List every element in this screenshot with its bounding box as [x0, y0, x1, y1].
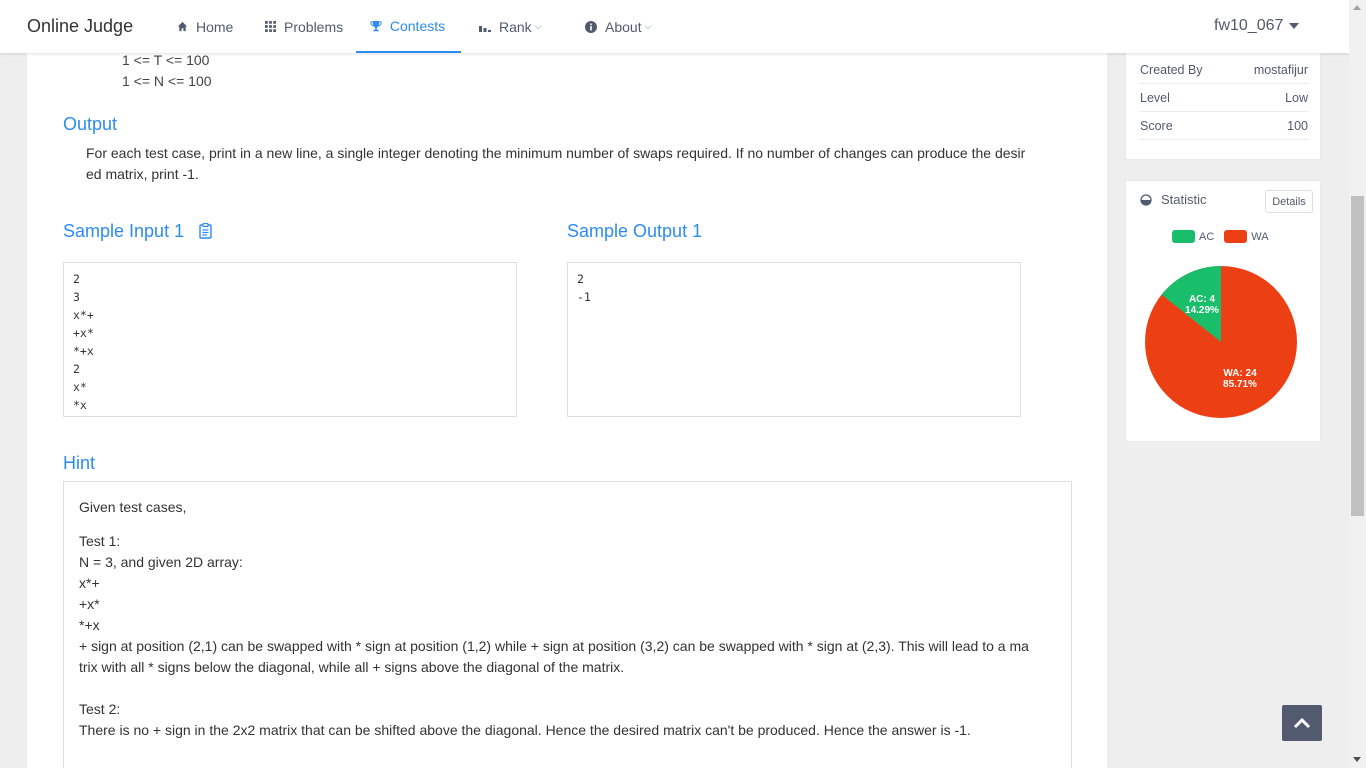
- trophy-icon: [370, 20, 382, 31]
- user-menu[interactable]: fw10_067: [1214, 17, 1300, 35]
- hint-line: N = 3, and given 2D array:: [79, 554, 243, 570]
- details-button[interactable]: Details: [1265, 190, 1313, 213]
- hint-line: + sign at position (2,1) can be swapped …: [79, 638, 1029, 654]
- grid-icon: [265, 21, 276, 32]
- nav-rank-label: Rank: [499, 18, 532, 35]
- output-text-line-2: ed matrix, print -1.: [86, 166, 199, 182]
- legend-swatch-ac[interactable]: [1172, 230, 1195, 243]
- sample-input-line: x*: [73, 380, 87, 394]
- nav-about[interactable]: About ⌵: [585, 0, 651, 53]
- chevron-down-icon: ⌵: [534, 21, 542, 31]
- info-row-level: Level Low: [1140, 84, 1308, 112]
- nav-rank[interactable]: Rank ⌵: [479, 0, 542, 53]
- submission-pie-chart: AC: 4 14.29% WA: 24 85.71%: [1145, 266, 1297, 418]
- info-value: Low: [1285, 90, 1308, 105]
- caret-down-icon: [1289, 23, 1300, 29]
- legend-swatch-wa[interactable]: [1224, 230, 1248, 243]
- statistic-card: Statistic Details AC WA AC: 4 14.29% WA:…: [1125, 180, 1321, 442]
- pie-pct-ac: 14.29%: [1185, 305, 1219, 316]
- sample-input-line: 2: [73, 362, 80, 376]
- sample-input-line: *+x: [73, 344, 94, 358]
- sample-input-box: 2 3 x*+ +x* *+x 2 x* *x: [63, 262, 517, 417]
- output-text-line-1: For each test case, print in a new line,…: [86, 145, 1026, 161]
- hint-spacer: [79, 678, 1056, 699]
- scroll-up-arrow-icon[interactable]: [1353, 5, 1361, 10]
- statistic-header: Statistic: [1140, 192, 1207, 207]
- chart-legend: AC WA: [1172, 230, 1269, 243]
- statistic-title: Statistic: [1161, 192, 1207, 207]
- pie-chart-icon: [1140, 193, 1152, 206]
- output-description: For each test case, print in a new line,…: [86, 143, 1056, 185]
- output-title: Output: [63, 114, 118, 134]
- sample-output-line: 2: [577, 272, 584, 286]
- legend-label-ac: AC: [1199, 230, 1215, 243]
- brand-logo[interactable]: Online Judge: [27, 16, 133, 37]
- username: fw10_067: [1214, 17, 1284, 34]
- nav-home-label: Home: [196, 18, 234, 35]
- hint-line: Test 2:: [79, 701, 121, 717]
- sample-input-line: 2: [73, 272, 80, 286]
- hint-title: Hint: [63, 453, 96, 473]
- hint-line: Test 1:: [79, 533, 121, 549]
- legend-label-wa: WA: [1251, 230, 1269, 243]
- chevron-up-icon: [1293, 717, 1311, 729]
- bar-chart-icon: [479, 25, 491, 32]
- info-value: mostafijur: [1253, 62, 1308, 77]
- info-icon: [585, 20, 597, 33]
- info-value: 100: [1287, 118, 1308, 133]
- home-icon: [177, 21, 188, 32]
- hint-line: Given test cases,: [79, 499, 187, 515]
- hint-line: +x*: [79, 596, 100, 612]
- sample-input-line: +x*: [73, 326, 94, 340]
- nav-contests[interactable]: Contests: [356, 0, 461, 53]
- sample-output-line: -1: [577, 290, 591, 304]
- constraint-t: 1 <= T <= 100: [122, 52, 210, 68]
- top-navbar: Online Judge Home Problems Contests Rank…: [0, 0, 1349, 53]
- hint-line: *+x: [79, 617, 100, 633]
- info-row-score: Score 100: [1140, 112, 1308, 140]
- nav-contests-label: Contests: [389, 17, 446, 34]
- constraint-n: 1 <= N <= 100: [122, 73, 212, 89]
- info-label: Score: [1140, 118, 1173, 133]
- chevron-down-icon: ⌵: [644, 21, 652, 31]
- hint-box: Given test cases, Test 1: N = 3, and giv…: [63, 481, 1072, 768]
- hint-line: There is no + sign in the 2x2 matrix tha…: [79, 722, 971, 738]
- sample-output-title: Sample Output 1: [567, 221, 703, 241]
- info-row-created-by: Created By mostafijur: [1140, 56, 1308, 84]
- hint-line: x*+: [79, 575, 100, 591]
- sample-input-title: Sample Input 1: [63, 221, 185, 241]
- sample-output-box: 2 -1: [567, 262, 1021, 417]
- sample-input-heading: Sample Input 1: [63, 221, 212, 244]
- nav-problems[interactable]: Problems: [265, 0, 343, 53]
- nav-about-label: About: [605, 18, 642, 35]
- scroll-down-arrow-icon[interactable]: [1353, 757, 1361, 762]
- sample-input-line: 3: [73, 290, 80, 304]
- back-to-top-button[interactable]: [1282, 705, 1322, 741]
- pie-label-wa: WA: 24: [1223, 368, 1257, 379]
- clipboard-icon[interactable]: [199, 222, 212, 244]
- page-scrollbar[interactable]: [1349, 0, 1366, 768]
- info-label: Created By: [1140, 62, 1203, 77]
- info-label: Level: [1140, 90, 1170, 105]
- hint-line: trix with all * signs below the diagonal…: [79, 659, 625, 675]
- sample-input-line: *x: [73, 398, 87, 412]
- scrollbar-thumb[interactable]: [1351, 196, 1364, 516]
- pie-pct-wa: 85.71%: [1223, 379, 1257, 390]
- problem-info-card: Created By mostafijur Level Low Score 10…: [1125, 40, 1321, 160]
- sample-input-line: x*+: [73, 308, 94, 322]
- nav-home[interactable]: Home: [177, 0, 233, 53]
- pie-label-ac: AC: 4: [1189, 294, 1216, 305]
- nav-problems-label: Problems: [284, 18, 344, 35]
